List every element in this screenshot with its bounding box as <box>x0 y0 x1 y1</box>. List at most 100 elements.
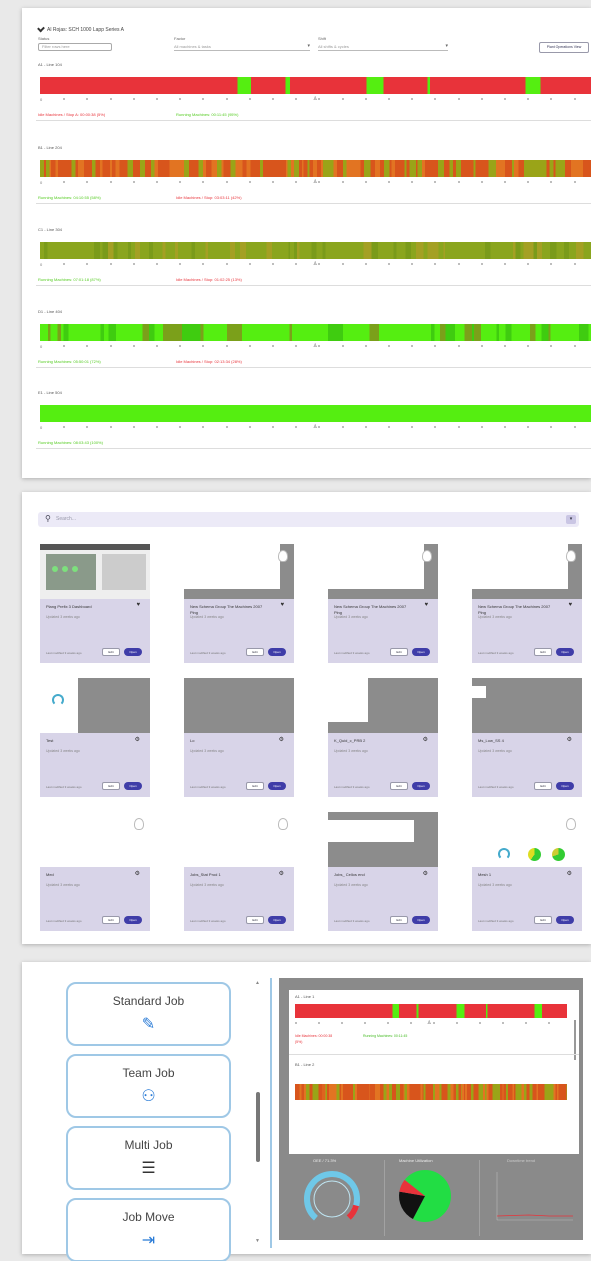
open-button[interactable]: Open <box>556 916 574 924</box>
menu-job-move-button[interactable]: Job Move ⇥ <box>66 1198 231 1261</box>
settings-icon[interactable]: ⚙ <box>279 870 284 877</box>
card-thumbnail[interactable] <box>40 544 150 599</box>
open-button[interactable]: Open <box>412 916 430 924</box>
scroll-down-icon[interactable]: ▼ <box>255 1238 260 1244</box>
card-thumbnail[interactable] <box>328 812 438 867</box>
tick-mark <box>411 98 414 100</box>
tick-mark <box>457 345 460 347</box>
card-thumbnail[interactable] <box>184 812 294 867</box>
settings-icon[interactable]: ⚙ <box>567 736 572 743</box>
heart-icon[interactable]: ♥ <box>280 602 284 608</box>
open-button[interactable]: Open <box>124 782 142 790</box>
card-thumbnail[interactable] <box>472 544 582 599</box>
pie-icon <box>552 848 565 861</box>
settings-icon[interactable]: ⚙ <box>135 736 140 743</box>
thumb-white-area <box>472 686 486 698</box>
chevron-down-icon[interactable]: ▾ <box>566 515 576 524</box>
tick-mark <box>272 98 274 100</box>
heart-icon[interactable]: ♥ <box>136 602 140 608</box>
dashboard-card[interactable]: Plang Prefix 3 Dashboard Updated 3 weeks … <box>40 544 150 663</box>
dashboard-card[interactable]: Test Updated 3 weeks ago ⚙ Last modified 3 … <box>40 678 150 797</box>
tick-mark <box>318 263 321 265</box>
edit-button[interactable]: Edit <box>534 648 552 656</box>
edit-button[interactable]: Edit <box>534 916 552 924</box>
dashboard-card[interactable]: New Schema Group The Machines 2007 Plng U… <box>328 544 438 663</box>
tick-mark <box>550 345 553 347</box>
edit-button[interactable]: Edit <box>390 648 408 656</box>
edit-button[interactable]: Edit <box>390 782 408 790</box>
tick-mark <box>388 426 390 428</box>
job-menu: Standard Job ✎ Team Job ⚇ Multi Job ☰ Job Move… <box>22 962 274 1261</box>
card-footer-text: Last modified 3 weeks ago <box>478 785 514 789</box>
dashboard-card[interactable]: K_Quid_c_PRB 2 Updated 3 weeks ago ⚙ Last m… <box>328 678 438 797</box>
open-button[interactable]: Open <box>412 648 430 656</box>
edit-button[interactable]: Edit <box>102 916 120 924</box>
open-button[interactable]: Open <box>124 916 142 924</box>
job-panel: Standard Job ✎ Team Job ⚇ Multi Job ☰ Job Move… <box>22 962 591 1261</box>
open-button[interactable]: Open <box>124 648 142 656</box>
menu-standard-job-button[interactable]: Standard Job ✎ <box>66 982 231 1046</box>
search-bar[interactable]: ⚲ Search... ▾ <box>38 512 579 527</box>
person-icon: ♙ <box>427 1020 432 1026</box>
edit-button[interactable]: Edit <box>534 782 552 790</box>
tick-mark <box>156 181 158 183</box>
card-thumbnail[interactable] <box>184 678 294 733</box>
edit-button[interactable]: Edit <box>102 648 120 656</box>
settings-icon[interactable]: ⚙ <box>423 870 428 877</box>
card-thumbnail[interactable] <box>328 544 438 599</box>
open-button[interactable]: Open <box>556 782 574 790</box>
card-thumbnail[interactable] <box>472 678 582 733</box>
card-thumbnail[interactable] <box>184 544 294 599</box>
dashboard-card[interactable]: Jobs_Stat Prod 1 Updated 3 weeks ago ⚙ Last… <box>184 812 294 931</box>
edit-button[interactable]: Edit <box>246 782 264 790</box>
timeline-axis: 0 ♙ <box>40 343 591 351</box>
tick-mark <box>86 345 89 347</box>
splitter[interactable] <box>270 978 272 1248</box>
dashboard-card[interactable]: New Schema Group The Machines 2007 Plng U… <box>472 544 582 663</box>
open-button[interactable]: Open <box>268 648 286 656</box>
card-title: K_Quid_c_PRB 2 <box>334 738 366 743</box>
settings-icon[interactable]: ⚙ <box>279 736 284 743</box>
gauge-icon <box>52 694 64 706</box>
edit-button[interactable]: Edit <box>246 916 264 924</box>
heart-icon[interactable]: ♥ <box>568 602 572 608</box>
dashboard-card[interactable]: Ms_Low_SS 4 Updated 3 weeks ago ⚙ Last modi… <box>472 678 582 797</box>
operations-view-button[interactable]: Plant Operations View <box>539 42 589 53</box>
settings-icon[interactable]: ⚙ <box>423 736 428 743</box>
dashboard-card[interactable]: Jobs_ Cellos end Updated 3 weeks ago ⚙ Last… <box>328 812 438 931</box>
card-thumbnail[interactable] <box>472 812 582 867</box>
menu-label: Standard Job <box>112 994 185 1008</box>
dashboard-card[interactable]: Mesh 1 Updated 3 weeks ago ⚙ Last modified … <box>472 812 582 931</box>
heart-icon[interactable]: ♥ <box>424 602 428 608</box>
shift-select[interactable]: All shifts & cycles ▾ <box>318 43 448 51</box>
edit-button[interactable]: Edit <box>390 916 408 924</box>
edit-button[interactable]: Edit <box>102 782 120 790</box>
tick-mark <box>248 181 251 183</box>
scrollbar-thumb[interactable] <box>256 1092 260 1162</box>
scroll-up-icon[interactable]: ▲ <box>255 980 260 986</box>
edit-button[interactable]: Edit <box>246 648 264 656</box>
open-button[interactable]: Open <box>268 916 286 924</box>
open-button[interactable]: Open <box>412 782 430 790</box>
open-button[interactable]: Open <box>268 782 286 790</box>
tick-mark <box>63 98 66 100</box>
tick-label: 0 <box>40 180 43 185</box>
dashboard-card[interactable]: Lo Updated 3 weeks ago ⚙ Last modified 3 we… <box>184 678 294 797</box>
menu-multi-job-button[interactable]: Multi Job ☰ <box>66 1126 231 1190</box>
shift-value: All shifts & cycles <box>318 44 349 49</box>
tick-mark <box>225 426 228 428</box>
tick-mark <box>525 1022 527 1024</box>
settings-icon[interactable]: ⚙ <box>135 870 140 877</box>
tick-mark <box>411 181 414 183</box>
card-thumbnail[interactable] <box>40 812 150 867</box>
settings-icon[interactable]: ⚙ <box>567 870 572 877</box>
factor-select[interactable]: All machines & tasks ▾ <box>174 43 310 51</box>
menu-team-job-button[interactable]: Team Job ⚇ <box>66 1054 231 1118</box>
open-button[interactable]: Open <box>556 648 574 656</box>
dashboard-card[interactable]: New Schema Group The Machines 2007 Plng U… <box>184 544 294 663</box>
status-input[interactable]: Filter rows here <box>38 43 112 51</box>
card-thumbnail[interactable] <box>328 678 438 733</box>
card-thumbnail[interactable] <box>40 678 150 733</box>
dashboard-card[interactable]: Med Updated 3 weeks ago ⚙ Last modified 3 w… <box>40 812 150 931</box>
tick-mark <box>318 426 321 428</box>
